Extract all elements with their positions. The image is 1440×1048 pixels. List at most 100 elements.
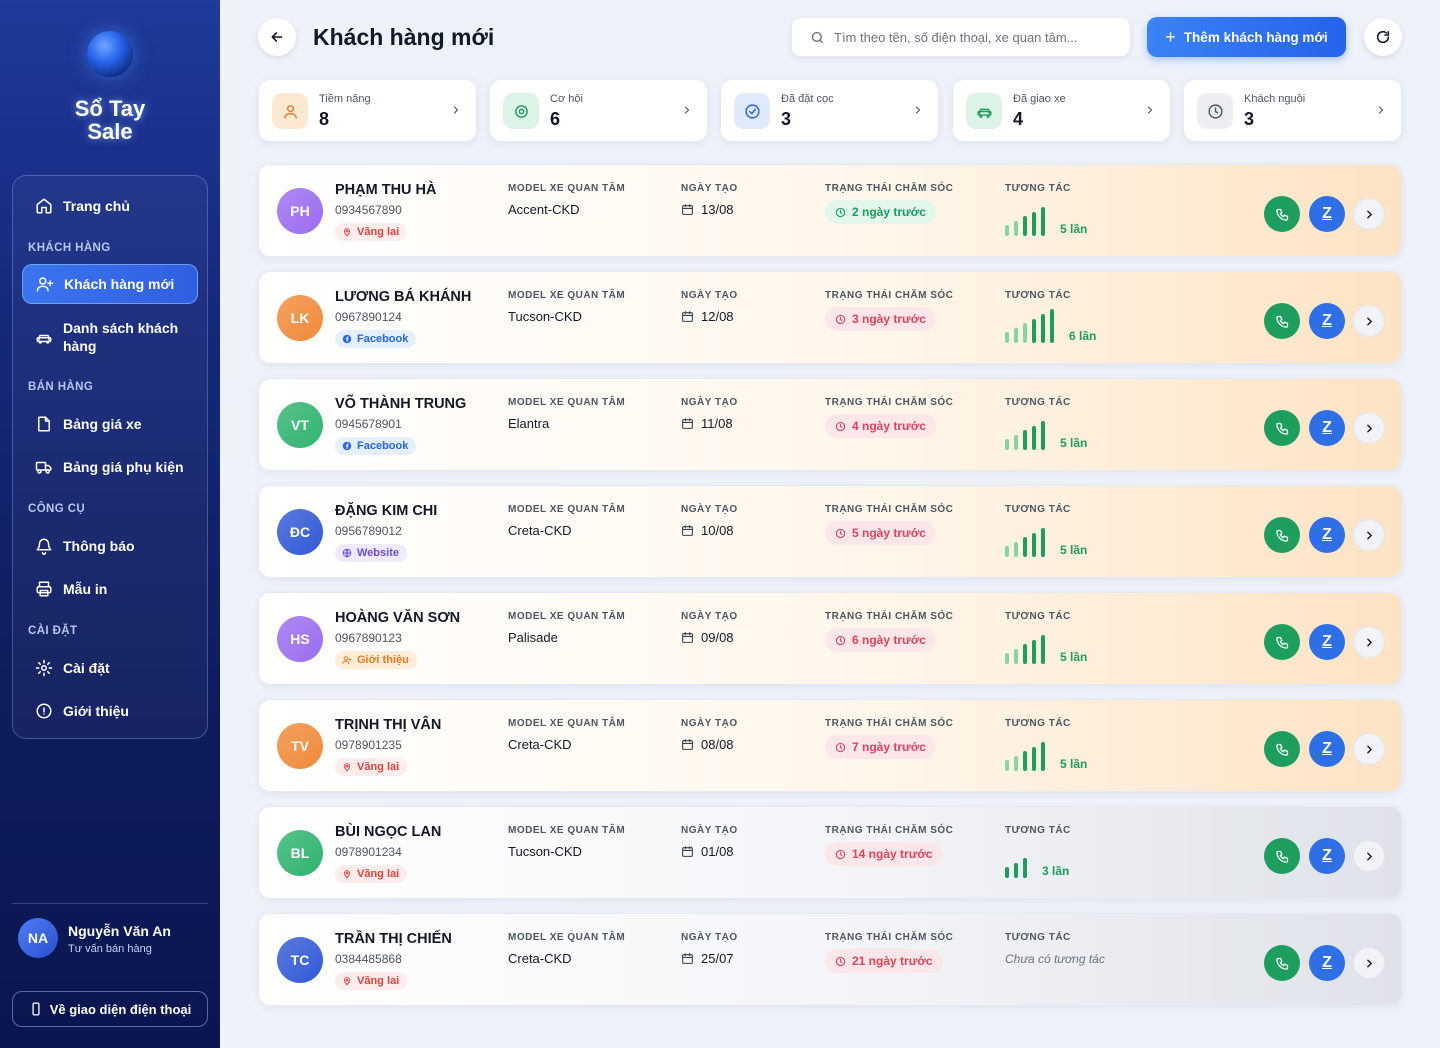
add-customer-button[interactable]: + Thêm khách hàng mới [1147,17,1346,57]
sidebar: Sổ Tay Sale Trang chủ KHÁCH HÀNG Khách h… [0,0,220,1048]
customer-name[interactable]: LƯƠNG BÁ KHÁNH [335,289,471,305]
interaction-count: 3 lần [1042,864,1070,878]
table-row[interactable]: ĐC ĐẶNG KIM CHI 0956789012 Website MODEL… [258,485,1402,578]
call-button[interactable] [1264,303,1300,339]
stat-card[interactable]: Khách nguội 3 [1183,79,1402,142]
car-model: Tucson-CKD [508,309,582,324]
column-header-interaction: TƯƠNG TÁC [1005,290,1071,301]
sidebar-item-new-customers[interactable]: Khách hàng mới [22,264,198,304]
column-header-interaction: TƯƠNG TÁC [1005,504,1071,515]
interaction-bar [1050,309,1054,343]
stat-card[interactable]: Đã giao xe 4 [952,79,1171,142]
chevron-right-icon [1366,531,1372,539]
sidebar-item-label: Bảng giá phụ kiện [63,459,184,475]
avatar: VT [277,402,323,448]
avatar[interactable]: NA [18,918,58,958]
chevron-right-icon [684,106,690,114]
column-header-created: NGÀY TẠO [681,932,738,943]
column-header-care: TRẠNG THÁI CHĂM SÓC [825,718,954,729]
detail-button[interactable] [1353,198,1385,230]
refresh-button[interactable] [1364,18,1402,56]
calendar-icon [682,953,693,964]
customer-name[interactable]: TRỊNH THỊ VÂN [335,717,441,733]
detail-button[interactable] [1353,733,1385,765]
sidebar-item-about[interactable]: Giới thiệu [22,691,198,731]
detail-button[interactable] [1353,840,1385,872]
phone-icon [1275,315,1288,328]
stat-card[interactable]: Tiềm năng 8 [258,79,477,142]
detail-button[interactable] [1353,412,1385,444]
customer-name[interactable]: ĐẶNG KIM CHI [335,503,437,519]
table-row[interactable]: LK LƯƠNG BÁ KHÁNH 0967890124 Facebook MO… [258,271,1402,364]
table-row[interactable]: VT VÕ THÀNH TRUNG 0945678901 Facebook MO… [258,378,1402,471]
sidebar-item-accessory-prices[interactable]: Bảng giá phụ kiện [22,447,198,487]
interaction-bar [1005,225,1009,236]
sidebar-item-settings[interactable]: Cài đặt [22,648,198,688]
call-button[interactable] [1264,731,1300,767]
detail-button[interactable] [1353,626,1385,658]
created-date-value: 13/08 [701,202,734,217]
zalo-button[interactable]: Z [1309,945,1345,981]
phone-view-button[interactable]: Về giao diện điện thoại [12,991,208,1027]
call-button[interactable] [1264,196,1300,232]
stat-card[interactable]: Cơ hội 6 [489,79,708,142]
zalo-button[interactable]: Z [1309,731,1345,767]
interaction-count: 5 lần [1060,222,1088,236]
sidebar-item-customer-list[interactable]: Danh sách khách hàng [22,316,198,358]
customer-name[interactable]: VÕ THÀNH TRUNG [335,396,466,412]
zalo-button[interactable]: Z [1309,838,1345,874]
detail-button[interactable] [1353,947,1385,979]
sidebar-item-print-templates[interactable]: Mẫu in [22,569,198,609]
call-button[interactable] [1264,517,1300,553]
car-model: Creta-CKD [508,951,572,966]
created-date-value: 09/08 [701,630,734,645]
interaction-bar [1032,640,1036,664]
zalo-button[interactable]: Z [1309,517,1345,553]
plus-icon: + [1165,27,1176,47]
clock-icon [835,314,846,324]
sidebar-item-notifications[interactable]: Thông báo [22,526,198,566]
care-status-badge: 3 ngày trước [825,307,936,331]
table-row[interactable]: TC TRẦN THỊ CHIẾN 0384485868 Vãng lai MO… [258,913,1402,1006]
clock-icon [835,421,846,431]
sidebar-item-home[interactable]: Trang chủ [22,186,198,226]
call-button[interactable] [1264,838,1300,874]
back-button[interactable] [258,18,296,56]
column-header-created: NGÀY TẠO [681,718,738,729]
interaction-empty: Chưa có tương tác [1005,952,1105,966]
chevron-right-icon [1378,106,1384,114]
zalo-button[interactable]: Z [1309,624,1345,660]
column-header-care: TRẠNG THÁI CHĂM SÓC [825,611,954,622]
zalo-button[interactable]: Z [1309,410,1345,446]
add-customer-label: Thêm khách hàng mới [1183,29,1328,45]
detail-button[interactable] [1353,519,1385,551]
search-input[interactable] [834,29,1104,45]
interaction-bar [1023,323,1027,343]
interaction-bar [1014,221,1018,236]
table-row[interactable]: TV TRỊNH THỊ VÂN 0978901235 Vãng lai MOD… [258,699,1402,792]
sidebar-item-car-prices[interactable]: Bảng giá xe [22,404,198,444]
customer-name[interactable]: HOÀNG VĂN SƠN [335,610,460,626]
zalo-button[interactable]: Z [1309,196,1345,232]
zalo-button[interactable]: Z [1309,303,1345,339]
customer-name[interactable]: PHẠM THU HÀ [335,182,437,198]
table-row[interactable]: PH PHẠM THU HÀ 0934567890 Vãng lai MODEL… [258,164,1402,257]
stat-card[interactable]: Đã đặt cọc 3 [720,79,939,142]
care-status-badge: 21 ngày trước [825,949,943,973]
interaction-bar [1032,319,1036,343]
call-button[interactable] [1264,624,1300,660]
call-button[interactable] [1264,945,1300,981]
detail-button[interactable] [1353,305,1385,337]
customer-phone: 0967890124 [335,310,402,324]
table-row[interactable]: HS HOÀNG VĂN SƠN 0967890123 Giới thiệu M… [258,592,1402,685]
sidebar-item-label: Danh sách khách hàng [63,320,179,354]
source-label: Vãng lai [357,868,400,880]
stat-value: 6 [550,109,561,129]
table-row[interactable]: BL BÙI NGỌC LAN 0978901234 Vãng lai MODE… [258,806,1402,899]
call-button[interactable] [1264,410,1300,446]
care-status-text: 14 ngày trước [852,847,933,861]
search-box[interactable] [791,17,1131,57]
customer-name[interactable]: TRẦN THỊ CHIẾN [335,931,452,947]
page-title: Khách hàng mới [313,24,495,50]
customer-name[interactable]: BÙI NGỌC LAN [335,824,441,840]
